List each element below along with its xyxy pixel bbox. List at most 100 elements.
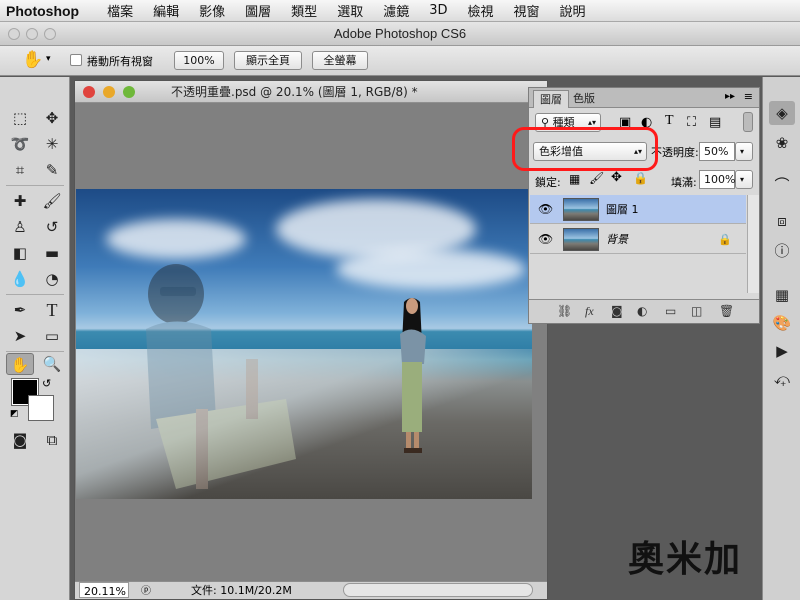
smart-object-filter-icon[interactable]: ▤ bbox=[709, 115, 721, 130]
zoom-document-button[interactable] bbox=[123, 86, 135, 98]
styles-panel-icon[interactable]: 🎨 bbox=[769, 311, 795, 335]
layer-row[interactable]: 👁 背景 🔒 bbox=[530, 225, 746, 254]
tab-layers[interactable]: 圖層 bbox=[533, 90, 569, 108]
quick-mask-icon[interactable]: ◙ bbox=[6, 429, 34, 451]
layer-thumbnail bbox=[563, 228, 599, 251]
minimize-window-button[interactable] bbox=[26, 28, 38, 40]
zoom-level-field[interactable]: 20.11% bbox=[79, 582, 129, 598]
shape-filter-icon[interactable]: ⛶ bbox=[687, 115, 696, 130]
clone-stamp-icon[interactable]: ♙ bbox=[6, 216, 34, 238]
history-panel-icon[interactable]: ⤽ bbox=[769, 367, 795, 391]
lasso-tool-icon[interactable]: ➰ bbox=[6, 133, 34, 155]
tab-channels[interactable]: 色版 bbox=[567, 90, 601, 108]
3d-panel-icon[interactable]: ⧈ bbox=[769, 209, 795, 233]
menu-edit[interactable]: 編輯 bbox=[143, 1, 189, 20]
move-tool-icon[interactable]: ✥ bbox=[38, 107, 66, 129]
menu-select[interactable]: 選取 bbox=[327, 1, 373, 20]
fill-label: 填滿: bbox=[671, 176, 697, 189]
scroll-all-checkbox[interactable] bbox=[70, 54, 82, 66]
actual-pixels-button[interactable]: 100% bbox=[174, 51, 224, 70]
type-tool-icon[interactable]: T bbox=[38, 299, 66, 321]
divider bbox=[6, 294, 64, 295]
menu-type[interactable]: 類型 bbox=[281, 1, 327, 20]
type-filter-icon[interactable]: T bbox=[665, 113, 674, 129]
opacity-input[interactable]: 50% bbox=[699, 142, 735, 161]
layers-panel-footer: ⛓ fx ◙ ◐ ▭ ◫ 🗑 bbox=[529, 299, 759, 323]
info-icon[interactable]: ⓘ bbox=[769, 239, 795, 263]
path-selection-icon[interactable]: ➤ bbox=[6, 325, 34, 347]
brush-tool-icon[interactable]: 🖌 bbox=[38, 190, 66, 212]
lock-pixels-icon[interactable]: 🖌 bbox=[589, 171, 604, 185]
pen-tool-icon[interactable]: ✒ bbox=[6, 299, 34, 321]
fill-screen-button[interactable]: 全螢幕 bbox=[312, 51, 368, 70]
shape-tool-icon[interactable]: ▭ bbox=[38, 325, 66, 347]
swatches-panel-icon[interactable]: ▦ bbox=[769, 283, 795, 307]
fx-icon[interactable]: fx bbox=[585, 304, 594, 319]
filter-toggle[interactable] bbox=[743, 112, 753, 132]
screen-mode-icon[interactable]: ⧉ bbox=[38, 429, 66, 451]
channels-panel-icon[interactable]: ❀ bbox=[769, 131, 795, 155]
layer-name[interactable]: 圖層 1 bbox=[606, 195, 639, 224]
magic-wand-icon[interactable]: ✳ bbox=[38, 133, 66, 155]
opacity-slider-toggle[interactable]: ▾ bbox=[735, 142, 753, 161]
zoom-window-button[interactable] bbox=[44, 28, 56, 40]
gradient-tool-icon[interactable]: ▬ bbox=[38, 242, 66, 264]
layers-panel-icon[interactable]: ◈ bbox=[769, 101, 795, 125]
minimize-document-button[interactable] bbox=[103, 86, 115, 98]
fill-slider-toggle[interactable]: ▾ bbox=[735, 170, 753, 189]
folder-icon[interactable]: ▭ bbox=[665, 304, 676, 318]
menu-image[interactable]: 影像 bbox=[189, 1, 235, 20]
horizontal-scrollbar[interactable] bbox=[343, 583, 533, 597]
dodge-tool-icon[interactable]: ◔ bbox=[38, 268, 66, 290]
collapse-panel-icon[interactable]: ▸▸ bbox=[725, 91, 735, 102]
adjustment-icon[interactable]: ◐ bbox=[637, 304, 647, 318]
eye-visibility-icon[interactable]: 👁 bbox=[538, 195, 553, 224]
layer-row[interactable]: 👁 圖層 1 bbox=[530, 195, 746, 224]
menu-window[interactable]: 視窗 bbox=[504, 1, 550, 20]
document-title: 不透明重疊.psd @ 20.1% (圖層 1, RGB/8) * bbox=[171, 85, 418, 99]
background-color-swatch[interactable] bbox=[28, 395, 54, 421]
blur-tool-icon[interactable]: 💧 bbox=[6, 268, 34, 290]
fit-screen-button[interactable]: 顯示全頁 bbox=[234, 51, 302, 70]
chevron-down-icon[interactable]: ▾ bbox=[46, 54, 51, 64]
swap-colors-icon[interactable]: ↺ bbox=[42, 377, 51, 390]
menu-layer[interactable]: 圖層 bbox=[235, 1, 281, 20]
menu-filter[interactable]: 濾鏡 bbox=[373, 1, 419, 20]
new-layer-icon[interactable]: ◫ bbox=[691, 304, 702, 318]
menu-view[interactable]: 檢視 bbox=[458, 1, 504, 20]
menu-3d[interactable]: 3D bbox=[419, 3, 457, 18]
close-document-button[interactable] bbox=[83, 86, 95, 98]
layers-scrollbar[interactable] bbox=[747, 195, 759, 293]
app-title: Adobe Photoshop CS6 bbox=[333, 26, 467, 41]
history-brush-icon[interactable]: ↺ bbox=[38, 216, 66, 238]
canvas-image[interactable] bbox=[76, 189, 532, 499]
zoom-tool-icon[interactable]: 🔍 bbox=[38, 353, 66, 375]
lock-all-icon[interactable]: 🔒 bbox=[633, 171, 648, 185]
lock-position-icon[interactable]: ✥ bbox=[611, 170, 622, 185]
healing-brush-icon[interactable]: ✚ bbox=[6, 190, 34, 212]
fill-input[interactable]: 100% bbox=[699, 170, 735, 189]
crop-tool-icon[interactable]: ⌗ bbox=[6, 159, 34, 181]
panel-menu-icon[interactable]: ≡ bbox=[744, 90, 753, 103]
menu-file[interactable]: 檔案 bbox=[97, 1, 143, 20]
link-icon[interactable]: ⛓ bbox=[557, 304, 572, 318]
lock-transparent-icon[interactable]: ▦ bbox=[569, 172, 580, 186]
hand-tool-icon[interactable]: ✋ bbox=[6, 353, 34, 375]
document-window: 不透明重疊.psd @ 20.1% (圖層 1, RGB/8) * 20.11%… bbox=[74, 80, 548, 600]
actions-panel-icon[interactable]: ▶ bbox=[769, 339, 795, 363]
default-colors-icon[interactable]: ◩ bbox=[10, 409, 19, 419]
eye-visibility-icon[interactable]: 👁 bbox=[538, 225, 553, 254]
eyedropper-icon[interactable]: ✎ bbox=[38, 159, 66, 181]
status-info-icon[interactable]: ⓟ bbox=[141, 583, 151, 600]
hand-tool-icon[interactable]: ✋ bbox=[22, 50, 43, 70]
mask-icon[interactable]: ◙ bbox=[611, 304, 623, 318]
trash-icon[interactable]: 🗑 bbox=[719, 304, 734, 318]
menu-help[interactable]: 說明 bbox=[550, 1, 596, 20]
marquee-tool-icon[interactable]: ⬚ bbox=[6, 107, 34, 129]
layer-name[interactable]: 背景 bbox=[606, 225, 628, 254]
close-window-button[interactable] bbox=[8, 28, 20, 40]
app-title-bar: Adobe Photoshop CS6 bbox=[0, 22, 800, 46]
paths-panel-icon[interactable]: ⌒ bbox=[769, 173, 795, 197]
app-menu[interactable]: Photoshop bbox=[0, 3, 97, 19]
eraser-tool-icon[interactable]: ◧ bbox=[6, 242, 34, 264]
